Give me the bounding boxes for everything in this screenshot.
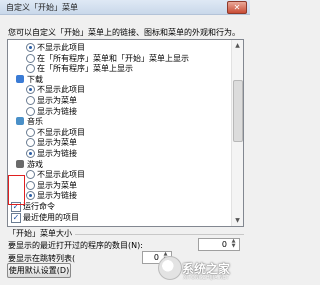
checkbox-option[interactable]: ✓ 运行命令: [8, 201, 230, 212]
radio-option[interactable]: 不显示此项目: [8, 42, 230, 53]
scroll-down-icon[interactable]: ▼: [232, 215, 243, 226]
radio-option[interactable]: 显示为菜单: [8, 180, 230, 191]
radio-button[interactable]: [26, 96, 35, 105]
radio-button[interactable]: [26, 138, 35, 148]
radio-option[interactable]: 不显示此项目: [8, 127, 230, 138]
close-button[interactable]: ✕: [227, 1, 247, 14]
radio-option[interactable]: 显示为链接: [8, 106, 230, 117]
title-bar: 自定义「开始」菜单 ✕: [0, 0, 250, 15]
scroll-up-icon[interactable]: ▲: [232, 40, 243, 51]
radio-button[interactable]: [26, 43, 35, 52]
radio-button[interactable]: [26, 127, 35, 137]
recent-programs-value: 0: [221, 240, 227, 249]
menu-size-group-title: 「开始」菜单大小: [8, 228, 75, 239]
radio-label: 显示为菜单: [37, 96, 77, 105]
radio-button[interactable]: [26, 191, 35, 201]
radio-label: 显示为菜单: [37, 138, 77, 148]
category-header: 下载: [8, 74, 230, 85]
radio-label: 不显示此项目: [37, 170, 85, 180]
watermark-subtext: XITONGZHIJIA.NET: [183, 275, 229, 281]
checkbox[interactable]: ✓: [11, 212, 21, 223]
checkbox-label: 运行命令: [23, 202, 55, 211]
recent-programs-label: 要显示的最近打开过的程序的数目(N):: [8, 241, 143, 250]
checkbox-label: 最近使用的项目: [23, 212, 79, 222]
spinner-arrows-icon[interactable]: ▲▼: [229, 239, 238, 250]
music-icon: [16, 117, 24, 126]
radio-button[interactable]: [26, 85, 35, 95]
category-label: 下载: [27, 74, 43, 84]
radio-option[interactable]: 不显示此项目: [8, 169, 230, 180]
radio-option[interactable]: 显示为菜单: [8, 95, 230, 106]
radio-button[interactable]: [26, 149, 35, 158]
radio-button[interactable]: [26, 64, 35, 74]
radio-option[interactable]: 在「所有程序」菜单和「开始」菜单上显示: [8, 53, 230, 64]
window-title: 自定义「开始」菜单: [6, 3, 78, 12]
category-header: 游戏: [8, 159, 230, 170]
category-label: 游戏: [27, 159, 43, 169]
radio-button[interactable]: [26, 106, 35, 116]
radio-label: 在「所有程序」菜单和「开始」菜单上显示: [37, 53, 189, 63]
radio-label: 显示为链接: [37, 191, 77, 201]
watermark-logo-icon: [158, 256, 182, 280]
games-icon: [16, 159, 24, 168]
category-label: 音乐: [27, 117, 43, 127]
radio-label: 显示为链接: [37, 106, 77, 116]
scrollbar-thumb[interactable]: [233, 80, 243, 142]
options-listbox[interactable]: 不显示此项目 在「所有程序」菜单和「开始」菜单上显示 在「所有程序」菜单上显示 下载不…: [7, 39, 244, 227]
checkbox-option[interactable]: ✓ 最近使用的项目: [8, 212, 230, 223]
radio-button[interactable]: [26, 53, 35, 63]
category-header: 音乐: [8, 116, 230, 127]
radio-option[interactable]: 在「所有程序」菜单上显示: [8, 63, 230, 74]
radio-label: 不显示此项目: [37, 43, 85, 52]
radio-label: 在「所有程序」菜单上显示: [37, 64, 133, 74]
radio-option[interactable]: 显示为链接: [8, 190, 230, 201]
recent-programs-spinner[interactable]: 0 ▲ ▼: [198, 238, 240, 251]
vertical-scrollbar[interactable]: ▲ ▼: [231, 40, 243, 226]
radio-option[interactable]: 显示为菜单: [8, 137, 230, 148]
radio-label: 不显示此项目: [37, 127, 85, 137]
highlight-box-checkboxes: [8, 175, 25, 205]
radio-label: 不显示此项目: [37, 85, 85, 95]
description-text: 您可以自定义「开始」菜单上的链接、图标和菜单的外观和行为。: [8, 28, 240, 37]
radio-button[interactable]: [26, 170, 35, 180]
download-folder-icon: [16, 74, 24, 83]
radio-button[interactable]: [26, 180, 35, 190]
jump-list-value: 0: [153, 253, 159, 262]
radio-option[interactable]: 不显示此项目: [8, 84, 230, 95]
radio-label: 显示为链接: [37, 149, 77, 158]
radio-label: 显示为菜单: [37, 180, 77, 190]
radio-option[interactable]: 显示为链接: [8, 148, 230, 159]
use-defaults-button[interactable]: 使用默认设置(D): [7, 263, 71, 278]
close-icon: ✕: [233, 3, 241, 12]
